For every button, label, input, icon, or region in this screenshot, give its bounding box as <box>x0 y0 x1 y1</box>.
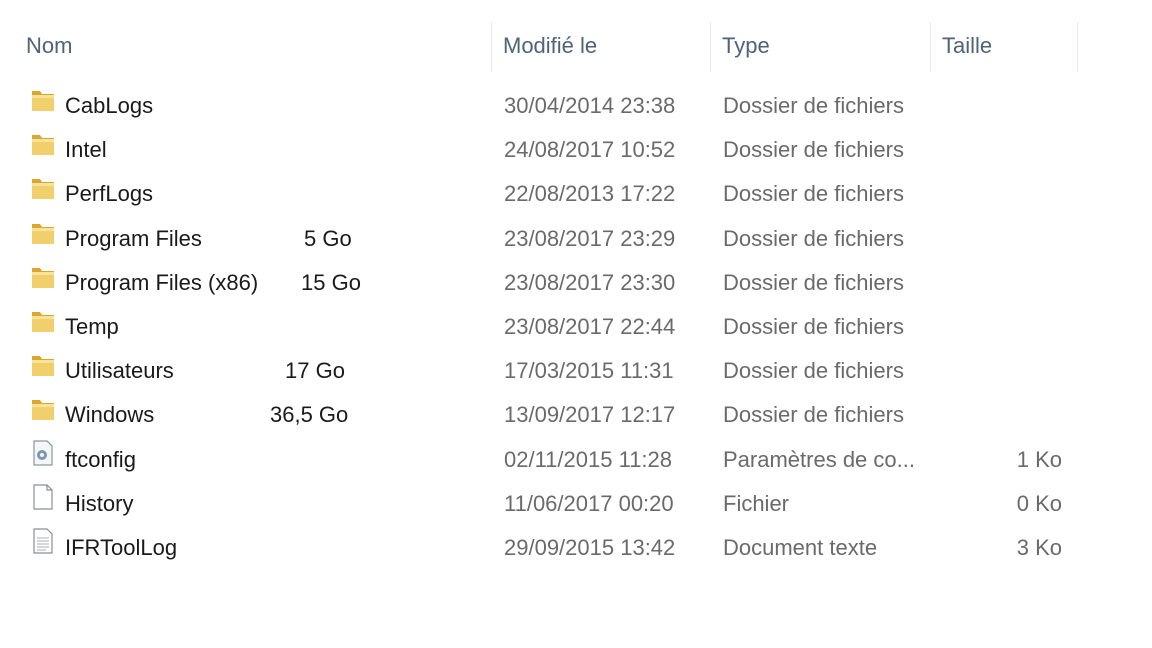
file-name[interactable]: Program Files (x86) <box>65 261 258 305</box>
file-row[interactable]: History 11/06/2017 00:20 Fichier 0 Ko <box>0 482 1152 526</box>
file-row[interactable]: Program Files (x86) 15 Go 23/08/2017 23:30… <box>0 261 1152 305</box>
file-size: 3 Ko <box>1016 534 1062 560</box>
file-size <box>940 128 1062 172</box>
file-explorer-list: Nom Modifié le Type Taille CabLogs 30/04/… <box>0 0 1152 648</box>
file-type: Dossier de fichiers <box>723 269 904 295</box>
file-name[interactable]: Temp <box>65 305 119 349</box>
file-name[interactable]: Windows <box>65 393 154 437</box>
file-row[interactable]: Program Files 5 Go 23/08/2017 23:29 Dossier… <box>0 217 1152 261</box>
file-name[interactable]: Program Files <box>65 217 202 261</box>
file-row[interactable]: CabLogs 30/04/2014 23:38 Dossier de fichie… <box>0 84 1152 128</box>
file-row[interactable]: Intel 24/08/2017 10:52 Dossier de fichiers <box>0 128 1152 172</box>
file-row[interactable]: PerfLogs 22/08/2013 17:22 Dossier de fichi… <box>0 172 1152 216</box>
file-type: Dossier de fichiers <box>723 181 904 207</box>
folder-icon <box>30 84 56 128</box>
file-name[interactable]: CabLogs <box>65 84 153 128</box>
folder-icon <box>30 305 56 349</box>
folder-icon <box>30 393 56 437</box>
file-type: Dossier de fichiers <box>723 137 904 163</box>
file-type: Paramètres de co... <box>723 446 915 472</box>
file-type: Document texte <box>723 534 878 560</box>
file-modified-date: 23/08/2017 22:44 <box>504 313 676 339</box>
folder-icon <box>30 172 56 216</box>
blank-file-icon <box>30 482 56 526</box>
file-modified-date: 23/08/2017 23:29 <box>504 225 676 251</box>
file-name[interactable]: IFRToolLog <box>65 526 177 570</box>
file-type: Dossier de fichiers <box>723 358 904 384</box>
file-size <box>940 393 1062 437</box>
file-size <box>940 349 1062 393</box>
file-name[interactable]: ftconfig <box>65 438 136 482</box>
file-row[interactable]: Temp 23/08/2017 22:44 Dossier de fichiers <box>0 305 1152 349</box>
file-modified-date: 24/08/2017 10:52 <box>504 137 676 163</box>
file-name[interactable]: Utilisateurs <box>65 349 174 393</box>
folder-size-annotation: 36,5 Go <box>270 402 349 428</box>
file-row[interactable]: ftconfig 02/11/2015 11:28 Paramètres de co… <box>0 438 1152 482</box>
file-modified-date: 30/04/2014 23:38 <box>504 93 676 118</box>
file-name[interactable]: History <box>65 482 133 526</box>
file-modified-date: 29/09/2015 13:42 <box>504 534 676 560</box>
file-size <box>940 261 1062 305</box>
folder-icon <box>30 349 56 393</box>
file-modified-date: 17/03/2015 11:31 <box>504 358 674 384</box>
column-header-modified[interactable]: Modifié le <box>493 22 711 72</box>
file-name[interactable]: PerfLogs <box>65 172 153 216</box>
file-size <box>940 305 1062 349</box>
column-header-size[interactable]: Taille <box>932 22 1078 72</box>
file-size: 1 Ko <box>1016 446 1062 472</box>
file-list: CabLogs 30/04/2014 23:38 Dossier de fichie… <box>0 84 1152 570</box>
config-file-icon <box>30 438 56 482</box>
file-type: Dossier de fichiers <box>723 225 904 251</box>
folder-size-annotation: 15 Go <box>301 269 361 295</box>
folder-size-annotation: 5 Go <box>304 225 352 251</box>
file-modified-date: 11/06/2017 00:20 <box>504 490 674 516</box>
folder-icon <box>30 261 56 305</box>
file-name[interactable]: Intel <box>65 128 107 172</box>
file-modified-date: 22/08/2013 17:22 <box>504 181 676 207</box>
file-modified-date: 23/08/2017 23:30 <box>504 269 676 295</box>
file-type: Fichier <box>723 490 790 516</box>
file-row[interactable]: Utilisateurs 17 Go 17/03/2015 11:31 Dossier… <box>0 349 1152 393</box>
column-header-type[interactable]: Type <box>712 22 931 72</box>
folder-icon <box>30 217 56 261</box>
file-modified-date: 02/11/2015 11:28 <box>504 446 673 472</box>
file-type: Dossier de fichiers <box>723 402 904 428</box>
file-row[interactable]: IFRToolLog 29/09/2015 13:42 Document texte… <box>0 526 1152 570</box>
file-type: Dossier de fichiers <box>723 313 904 339</box>
folder-size-annotation: 17 Go <box>285 358 345 384</box>
text-file-icon <box>30 526 56 570</box>
file-size <box>940 84 1062 128</box>
folder-icon <box>30 128 56 172</box>
column-header-name[interactable]: Nom <box>16 22 492 72</box>
column-header-row: Nom Modifié le Type Taille <box>0 22 1152 72</box>
file-modified-date: 13/09/2017 12:17 <box>504 402 676 428</box>
file-type: Dossier de fichiers <box>723 93 904 118</box>
file-size <box>940 217 1062 261</box>
file-row[interactable]: Windows 36,5 Go 13/09/2017 12:17 Dossier de… <box>0 393 1152 437</box>
file-size: 0 Ko <box>1016 490 1062 516</box>
file-size <box>940 172 1062 216</box>
